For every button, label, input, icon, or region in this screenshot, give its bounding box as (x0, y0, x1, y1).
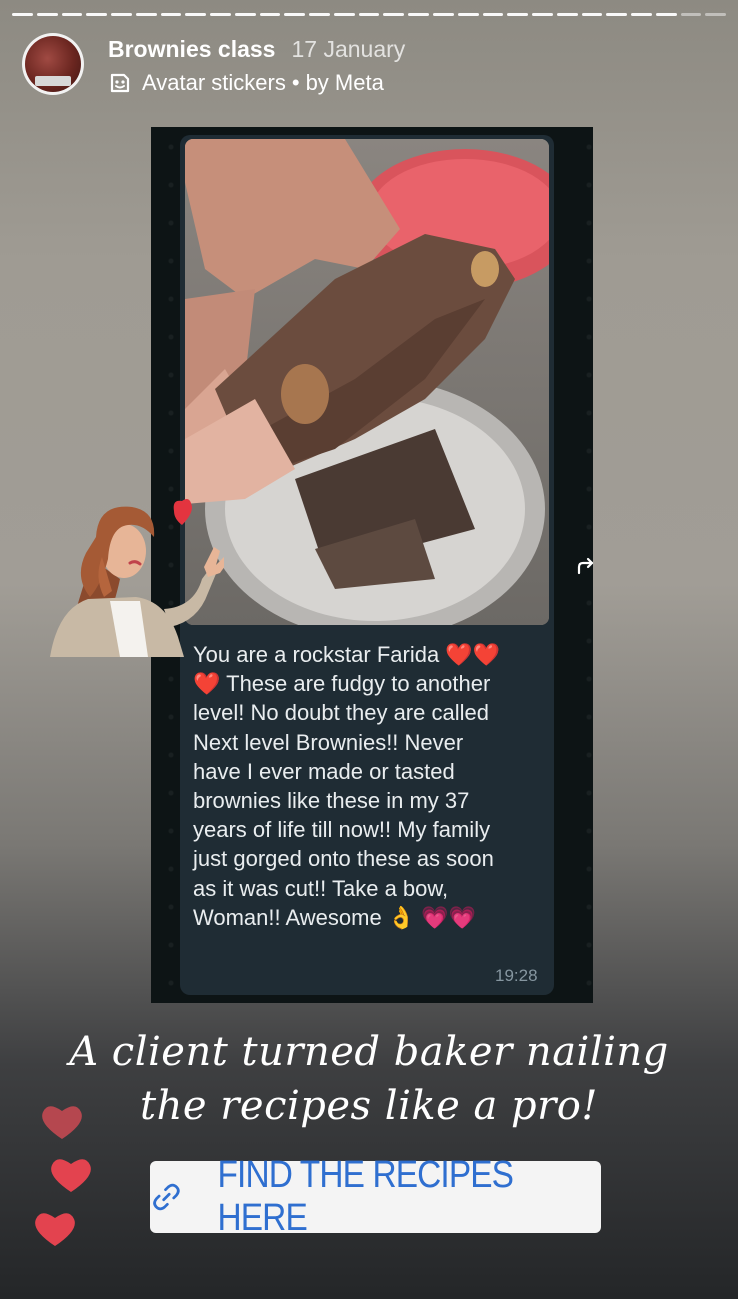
progress-segment (457, 13, 479, 16)
heart-icon (42, 1106, 82, 1139)
story-header: Brownies class 17 January (108, 36, 405, 63)
separator: • (291, 70, 300, 95)
progress-segment (111, 13, 132, 16)
pink-hearts-emoji: 💗💗 (421, 904, 477, 930)
progress-segment (61, 13, 83, 16)
profile-avatar[interactable] (22, 33, 84, 95)
progress-segment (284, 13, 306, 16)
avatar-sticker[interactable] (44, 497, 224, 662)
progress-segment (631, 13, 652, 16)
chat-message-text: You are a rockstar Farida ❤️❤️ ❤️ These … (193, 640, 541, 932)
heart-icon (51, 1159, 91, 1192)
progress-segment (185, 13, 207, 16)
progress-segment (36, 13, 58, 16)
heart-icon (35, 1213, 75, 1246)
progress-segment (383, 13, 405, 16)
message-line: brownies like these in my 37 (193, 788, 470, 814)
progress-segment (556, 13, 578, 16)
progress-segment (482, 13, 504, 16)
progress-segment (160, 13, 182, 16)
story-date: 17 January (291, 36, 406, 62)
red-hearts-emoji: ❤️❤️ (445, 642, 501, 667)
link-sticker-button[interactable]: FIND THE RECIPES HERE (150, 1154, 601, 1239)
progress-segment (86, 13, 108, 16)
message-line: as it was cut!! Take a bow, (193, 875, 449, 901)
red-heart-emoji: ❤️ (193, 671, 221, 697)
by-label: by Meta (305, 70, 384, 95)
message-line: These are fudgy to another (226, 671, 491, 697)
progress-segment (532, 13, 553, 16)
avatar-image (25, 36, 81, 92)
sub-label: Avatar stickers (142, 70, 286, 95)
progress-segment (333, 13, 355, 16)
link-icon (153, 1183, 180, 1211)
avatar-sticker-icon (110, 73, 130, 93)
progress-segment (12, 13, 33, 16)
story-caption: A client turned baker nailing the recipe… (0, 1025, 738, 1133)
message-line: years of life till now!! My family (193, 817, 491, 843)
progress-segment (507, 13, 529, 16)
progress-segment (259, 13, 281, 16)
message-time: 19:28 (495, 966, 538, 985)
message-line: just gorged onto these as soon (193, 846, 494, 872)
progress-segment (655, 13, 677, 16)
progress-segment (606, 13, 628, 16)
progress-segment (581, 13, 603, 16)
link-label: FIND THE RECIPES HERE (217, 1154, 513, 1239)
forward-icon (577, 557, 594, 575)
progress-segment (680, 13, 702, 16)
sticker-attribution[interactable]: Avatar stickers • by Meta (108, 70, 384, 96)
caption-line-1: A client turned baker nailing (69, 1029, 669, 1075)
progress-segment (309, 13, 330, 16)
message-line: You are a rockstar Farida (193, 642, 440, 667)
progress-segment (210, 13, 231, 16)
progress-segment (433, 13, 454, 16)
progress-segment (408, 13, 430, 16)
progress-segment (234, 13, 256, 16)
message-line: Next level Brownies!! Never (193, 729, 464, 755)
brownie-photo (185, 139, 549, 625)
progress-segment (705, 13, 727, 16)
account-name[interactable]: Brownies class (108, 36, 275, 63)
message-line: Woman!! Awesome (193, 904, 382, 930)
message-line: have I ever made or tasted (193, 758, 455, 784)
caption-line-2: the recipes like a pro! (140, 1083, 598, 1129)
ok-hand-emoji: 👌 (387, 904, 416, 930)
progress-segment (358, 13, 380, 16)
story-progress-bar (12, 13, 727, 16)
progress-segment (135, 13, 157, 16)
message-line: level! No doubt they are called (193, 700, 489, 726)
